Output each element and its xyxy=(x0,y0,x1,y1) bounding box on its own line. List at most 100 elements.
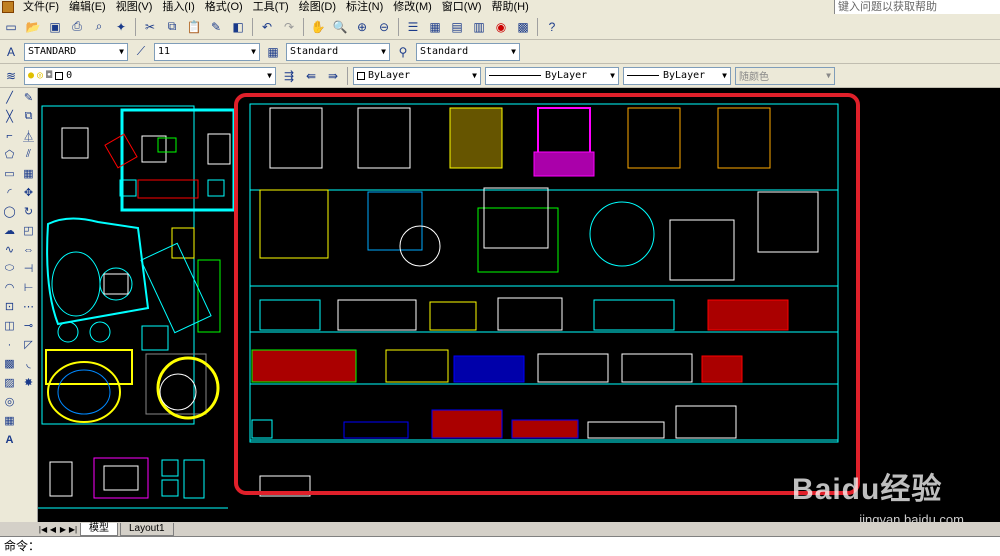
calculator-icon[interactable]: ▩ xyxy=(513,17,533,37)
polyline-icon[interactable]: ⌐ xyxy=(0,126,19,145)
array-icon[interactable]: ▦ xyxy=(19,164,38,183)
copy-icon[interactable]: ⧉ xyxy=(162,17,182,37)
mirror-icon[interactable]: ⏅ xyxy=(19,126,38,145)
markup-icon[interactable]: ◉ xyxy=(491,17,511,37)
make-current-icon[interactable]: ⇶ xyxy=(279,66,299,86)
arc-icon[interactable]: ◜ xyxy=(0,183,19,202)
standard-toolbar: ▭ 📂 ▣ ⎙ ⌕ ✦ ✂ ⧉ 📋 ✎ ◧ ↶ ↷ ✋ 🔍 ⊕ ⊖ ☰ ▦ ▤ … xyxy=(0,14,1000,40)
ellipse-arc-icon[interactable]: ◠ xyxy=(0,278,19,297)
table-icon[interactable]: ▦ xyxy=(0,411,19,430)
offset-icon[interactable]: ⫽ xyxy=(19,145,38,164)
last-tab-icon[interactable]: ▶| xyxy=(68,525,78,534)
join-icon[interactable]: ⊸ xyxy=(19,316,38,335)
stretch-icon[interactable]: ⇔ xyxy=(19,240,38,259)
table-style-icon[interactable]: ▦ xyxy=(263,42,283,62)
menu-tools[interactable]: 工具(T) xyxy=(248,0,294,14)
region-icon[interactable]: ◎ xyxy=(0,392,19,411)
fillet-icon[interactable]: ◟ xyxy=(19,354,38,373)
menu-view[interactable]: 视图(V) xyxy=(111,0,158,14)
tab-layout1[interactable]: Layout1 xyxy=(120,522,174,536)
block-editor-icon[interactable]: ◧ xyxy=(228,17,248,37)
move-icon[interactable]: ✥ xyxy=(19,183,38,202)
scale-icon[interactable]: ◰ xyxy=(19,221,38,240)
chamfer-icon[interactable]: ◸ xyxy=(19,335,38,354)
polygon-icon[interactable]: ⬠ xyxy=(0,145,19,164)
line-icon[interactable]: ╱ xyxy=(0,88,19,107)
next-tab-icon[interactable]: ▶ xyxy=(58,525,68,534)
menu-help[interactable]: 帮助(H) xyxy=(487,0,534,14)
construction-line-icon[interactable]: ╳ xyxy=(0,107,19,126)
trim-icon[interactable]: ⊣ xyxy=(19,259,38,278)
publish-icon[interactable]: ✦ xyxy=(111,17,131,37)
watermark-brand: Baidu经验 xyxy=(792,473,943,506)
zoom-window-icon[interactable]: ⊕ xyxy=(352,17,372,37)
revision-cloud-icon[interactable]: ☁ xyxy=(0,221,19,240)
rotate-icon[interactable]: ↻ xyxy=(19,202,38,221)
color-value: ByLayer xyxy=(357,70,410,81)
point-icon[interactable]: · xyxy=(0,335,19,354)
pan-icon[interactable]: ✋ xyxy=(308,17,328,37)
new-icon[interactable]: ▭ xyxy=(1,17,21,37)
layer-manager-icon[interactable]: ≋ xyxy=(1,66,21,86)
tab-model[interactable]: 模型 xyxy=(80,522,118,536)
layer-current: ● ◎ ◘ 0 xyxy=(28,70,72,81)
insert-block-icon[interactable]: ⊡ xyxy=(0,297,19,316)
menu-edit[interactable]: 编辑(E) xyxy=(64,0,111,14)
command-line[interactable]: 命令： xyxy=(0,536,1000,556)
help-icon[interactable]: ? xyxy=(542,17,562,37)
match-properties-icon[interactable]: ✎ xyxy=(206,17,226,37)
menu-insert[interactable]: 插入(I) xyxy=(157,0,199,14)
gradient-icon[interactable]: ▨ xyxy=(0,373,19,392)
lineweight-select[interactable]: ByLayer ▼ xyxy=(623,66,731,85)
dim-scale-select[interactable]: 11 ▼ xyxy=(154,42,260,61)
hatch-icon[interactable]: ▩ xyxy=(0,354,19,373)
erase-icon[interactable]: ✎ xyxy=(19,88,38,107)
menu-format[interactable]: 格式(O) xyxy=(200,0,248,14)
design-center-icon[interactable]: ▦ xyxy=(425,17,445,37)
explode-icon[interactable]: ✸ xyxy=(19,373,38,392)
menu-draw[interactable]: 绘图(D) xyxy=(294,0,341,14)
text-style-icon[interactable]: A xyxy=(1,42,21,62)
app-icon[interactable] xyxy=(2,1,14,13)
spline-icon[interactable]: ∿ xyxy=(0,240,19,259)
mtext-icon[interactable]: A xyxy=(0,430,19,449)
multileader-style-icon[interactable]: ⚲ xyxy=(393,42,413,62)
first-tab-icon[interactable]: |◀ xyxy=(38,525,48,534)
zoom-realtime-icon[interactable]: 🔍 xyxy=(330,17,350,37)
open-icon[interactable]: 📂 xyxy=(23,17,43,37)
dim-style-icon[interactable]: ⟋ xyxy=(131,42,151,62)
paste-icon[interactable]: 📋 xyxy=(184,17,204,37)
help-search-input[interactable]: 键入问题以获取帮助 xyxy=(834,0,1000,14)
layer-previous-icon[interactable]: ⇚ xyxy=(301,66,321,86)
print-icon[interactable]: ⎙ xyxy=(67,17,87,37)
menu-window[interactable]: 窗口(W) xyxy=(437,0,487,14)
zoom-previous-icon[interactable]: ⊖ xyxy=(374,17,394,37)
table-style-select[interactable]: Standard ▼ xyxy=(416,42,520,61)
rectangle-icon[interactable]: ▭ xyxy=(0,164,19,183)
tool-palettes-icon[interactable]: ▤ xyxy=(447,17,467,37)
make-block-icon[interactable]: ◫ xyxy=(0,316,19,335)
circle-icon[interactable]: ◯ xyxy=(0,202,19,221)
menu-file[interactable]: 文件(F) xyxy=(18,0,64,14)
dim-style-select[interactable]: Standard ▼ xyxy=(286,42,390,61)
color-select[interactable]: ByLayer ▼ xyxy=(353,66,481,85)
undo-icon[interactable]: ↶ xyxy=(257,17,277,37)
text-style-select[interactable]: STANDARD ▼ xyxy=(24,42,128,61)
menu-modify[interactable]: 修改(M) xyxy=(388,0,437,14)
sheet-set-icon[interactable]: ▥ xyxy=(469,17,489,37)
linetype-select[interactable]: ByLayer ▼ xyxy=(485,66,619,85)
prev-tab-icon[interactable]: ◀ xyxy=(48,525,58,534)
chevron-down-icon: ▼ xyxy=(511,47,516,56)
redo-icon[interactable]: ↷ xyxy=(279,17,299,37)
ellipse-icon[interactable]: ⬭ xyxy=(0,259,19,278)
copy-object-icon[interactable]: ⧉ xyxy=(19,107,38,126)
layer-select[interactable]: ● ◎ ◘ 0 ▼ xyxy=(24,66,276,85)
menu-dimension[interactable]: 标注(N) xyxy=(341,0,388,14)
break-icon[interactable]: ⋯ xyxy=(19,297,38,316)
save-icon[interactable]: ▣ xyxy=(45,17,65,37)
properties-icon[interactable]: ☰ xyxy=(403,17,423,37)
layer-state-icon[interactable]: ⇛ xyxy=(323,66,343,86)
cut-icon[interactable]: ✂ xyxy=(140,17,160,37)
extend-icon[interactable]: ⊢ xyxy=(19,278,38,297)
preview-icon[interactable]: ⌕ xyxy=(89,17,109,37)
